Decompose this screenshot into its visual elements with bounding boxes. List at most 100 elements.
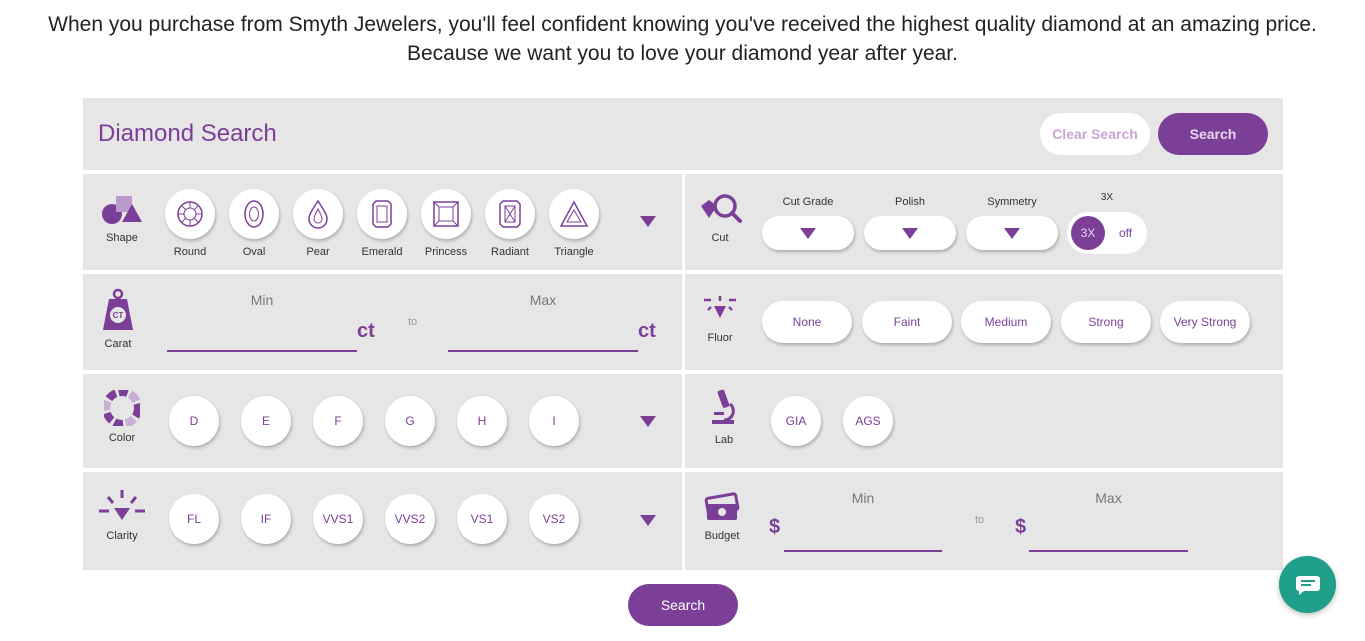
shape-icon bbox=[102, 196, 142, 224]
triple-excellent-toggle[interactable]: 3X off bbox=[1067, 212, 1147, 254]
radiant-cut-icon bbox=[485, 189, 535, 239]
shape-item-round[interactable]: Round bbox=[165, 189, 215, 258]
carat-max-label: Max bbox=[529, 292, 557, 308]
lab-option-gia[interactable]: GIA bbox=[771, 396, 821, 446]
clarity-option-if[interactable]: IF bbox=[241, 494, 291, 544]
search-button-top[interactable]: Search bbox=[1158, 113, 1268, 155]
clarity-expand-chevron-icon[interactable] bbox=[640, 515, 656, 526]
fluor-option-faint[interactable]: Faint bbox=[862, 301, 952, 343]
budget-to-label: to bbox=[975, 514, 985, 526]
carat-badge: CT bbox=[113, 311, 124, 320]
clarity-option-vs2[interactable]: VS2 bbox=[529, 494, 579, 544]
round-cut-icon bbox=[165, 189, 215, 239]
color-wheel-icon bbox=[104, 390, 140, 426]
carat-max-input[interactable] bbox=[448, 350, 638, 352]
shape-row: Shape Round Oval Pear Emerald Princess R… bbox=[83, 174, 682, 270]
lab-row: Lab GIA AGS bbox=[685, 374, 1283, 468]
chat-bubble-icon bbox=[1295, 575, 1320, 595]
fluorescence-icon bbox=[704, 296, 736, 318]
color-row: Color D E F G H I bbox=[83, 374, 682, 468]
page-title: Diamond Search bbox=[98, 120, 277, 147]
clarity-label: Clarity bbox=[106, 530, 138, 542]
chevron-down-icon bbox=[800, 228, 816, 239]
shape-item-triangle[interactable]: Triangle bbox=[549, 189, 599, 258]
lab-label: Lab bbox=[714, 434, 734, 446]
carat-to-label: to bbox=[408, 316, 418, 328]
carat-min-input[interactable] bbox=[167, 350, 357, 352]
fluor-option-strong[interactable]: Strong bbox=[1061, 301, 1151, 343]
diamond-search-panel: Diamond Search Clear Search Search Shape… bbox=[83, 98, 1283, 570]
shape-item-princess[interactable]: Princess bbox=[421, 189, 471, 258]
toggle-off-text: off bbox=[1119, 226, 1133, 240]
budget-min-label: Min bbox=[851, 490, 875, 506]
cut-grade-label: Cut Grade bbox=[782, 196, 834, 208]
fluor-category: Fluor bbox=[695, 294, 745, 344]
fluor-option-none[interactable]: None bbox=[762, 301, 852, 343]
shape-item-radiant[interactable]: Radiant bbox=[485, 189, 535, 258]
carat-min-label: Min bbox=[250, 292, 274, 308]
symmetry-label: Symmetry bbox=[987, 196, 1037, 208]
emerald-cut-icon bbox=[357, 189, 407, 239]
intro-line-1: When you purchase from Smyth Jewelers, y… bbox=[48, 13, 1317, 36]
shape-item-pear[interactable]: Pear bbox=[293, 189, 343, 258]
color-option-f[interactable]: F bbox=[313, 396, 363, 446]
clarity-option-fl[interactable]: FL bbox=[169, 494, 219, 544]
triple-excellent-label: 3X bbox=[1100, 192, 1114, 203]
color-expand-chevron-icon[interactable] bbox=[640, 416, 656, 427]
shape-item-label: Triangle bbox=[554, 246, 594, 258]
clear-search-button[interactable]: Clear Search bbox=[1040, 113, 1150, 155]
budget-max-currency: $ bbox=[1015, 516, 1027, 538]
lab-option-ags[interactable]: AGS bbox=[843, 396, 893, 446]
budget-category: Budget bbox=[697, 492, 747, 542]
clarity-option-vvs2[interactable]: VVS2 bbox=[385, 494, 435, 544]
clarity-option-vvs1[interactable]: VVS1 bbox=[313, 494, 363, 544]
intro-line-2: Because we want you to love your diamond… bbox=[407, 42, 958, 65]
shape-item-oval[interactable]: Oval bbox=[229, 189, 279, 258]
shape-category: Shape bbox=[97, 194, 147, 244]
search-button-bottom[interactable]: Search bbox=[628, 584, 738, 626]
clarity-option-vs1[interactable]: VS1 bbox=[457, 494, 507, 544]
polish-select[interactable] bbox=[864, 216, 956, 250]
color-option-h[interactable]: H bbox=[457, 396, 507, 446]
cut-label: Cut bbox=[711, 232, 729, 244]
shape-item-label: Princess bbox=[424, 246, 468, 258]
fluor-row: Fluor None Faint Medium Strong Very Stro… bbox=[685, 274, 1283, 370]
clarity-row: Clarity FL IF VVS1 VVS2 VS1 VS2 bbox=[83, 472, 682, 570]
chevron-down-icon bbox=[1004, 228, 1020, 239]
fluor-option-very-strong[interactable]: Very Strong bbox=[1160, 301, 1250, 343]
intro-text: When you purchase from Smyth Jewelers, y… bbox=[0, 10, 1365, 68]
cut-row: Cut Cut Grade Polish Symmetry 3X 3X off bbox=[685, 174, 1283, 270]
color-option-e[interactable]: E bbox=[241, 396, 291, 446]
sparkle-diamond-icon bbox=[99, 490, 145, 520]
color-option-i[interactable]: I bbox=[529, 396, 579, 446]
shape-item-label: Round bbox=[173, 246, 207, 258]
money-icon bbox=[704, 492, 740, 520]
color-option-d[interactable]: D bbox=[169, 396, 219, 446]
symmetry-select[interactable] bbox=[966, 216, 1058, 250]
magnifier-diamond-icon bbox=[701, 194, 742, 223]
budget-min-input[interactable] bbox=[784, 550, 942, 552]
lab-category: Lab bbox=[699, 388, 749, 446]
color-category: Color bbox=[97, 390, 147, 444]
carat-weight-icon: CT bbox=[103, 288, 133, 330]
shape-item-label: Oval bbox=[242, 246, 266, 258]
shape-item-emerald[interactable]: Emerald bbox=[357, 189, 407, 258]
cut-grade-select[interactable] bbox=[762, 216, 854, 250]
fluor-option-medium[interactable]: Medium bbox=[961, 301, 1051, 343]
carat-row: CT Carat Min ct to Max ct bbox=[83, 274, 682, 370]
shape-item-label: Pear bbox=[306, 246, 330, 258]
chat-launcher-button[interactable] bbox=[1279, 556, 1336, 613]
shape-label: Shape bbox=[106, 232, 138, 244]
carat-min-unit: ct bbox=[357, 320, 375, 342]
shape-expand-chevron-icon[interactable] bbox=[640, 216, 656, 227]
carat-label: Carat bbox=[104, 338, 132, 350]
color-option-g[interactable]: G bbox=[385, 396, 435, 446]
toggle-on-knob: 3X bbox=[1071, 216, 1105, 250]
shape-item-label: Radiant bbox=[491, 246, 529, 258]
budget-label: Budget bbox=[704, 530, 740, 542]
clarity-category: Clarity bbox=[97, 488, 147, 542]
triangle-cut-icon bbox=[549, 189, 599, 239]
budget-max-input[interactable] bbox=[1029, 550, 1188, 552]
cut-category: Cut bbox=[695, 192, 745, 244]
panel-header: Diamond Search Clear Search Search bbox=[83, 98, 1283, 170]
